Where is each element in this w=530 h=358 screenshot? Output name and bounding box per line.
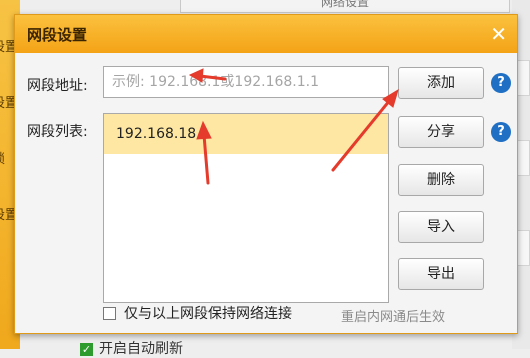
keep-connection-option[interactable]: 仅与以上网段保持网络连接 (103, 303, 292, 323)
help-icon[interactable]: ? (491, 122, 511, 142)
keep-connection-label: 仅与以上网段保持网络连接 (124, 306, 292, 322)
dialog-titlebar: 网段设置 ✕ (15, 15, 517, 53)
background-tab: 网络设置 (180, 0, 510, 13)
address-label: 网段地址: (27, 78, 88, 94)
segment-list[interactable]: 192.168.18 (103, 113, 389, 303)
add-button[interactable]: 添加 (398, 67, 484, 99)
export-button[interactable]: 导出 (398, 258, 484, 290)
list-item[interactable]: 192.168.18 (104, 114, 388, 154)
delete-button[interactable]: 删除 (398, 164, 484, 196)
segment-address-input[interactable] (103, 66, 389, 98)
dialog-title: 网段设置 (27, 25, 88, 44)
background-option-label: 开启自动刷新 (99, 341, 183, 357)
keep-connection-checkbox[interactable] (103, 306, 116, 320)
background-menu-item: 锁 (0, 148, 5, 167)
background-auto-refresh-option: ✓ 开启自动刷新 (80, 338, 183, 358)
share-button[interactable]: 分享 (398, 116, 484, 148)
list-label: 网段列表: (27, 124, 88, 140)
close-icon[interactable]: ✕ (490, 24, 507, 44)
restart-hint: 重启内网通后生效 (341, 310, 446, 325)
segment-settings-dialog: 网段设置 ✕ 网段地址: 网段列表: 192.168.18 添加 ? 分享 ? … (14, 14, 518, 334)
check-icon: ✓ (80, 342, 93, 356)
help-icon[interactable]: ? (491, 73, 511, 93)
import-button[interactable]: 导入 (398, 211, 484, 243)
